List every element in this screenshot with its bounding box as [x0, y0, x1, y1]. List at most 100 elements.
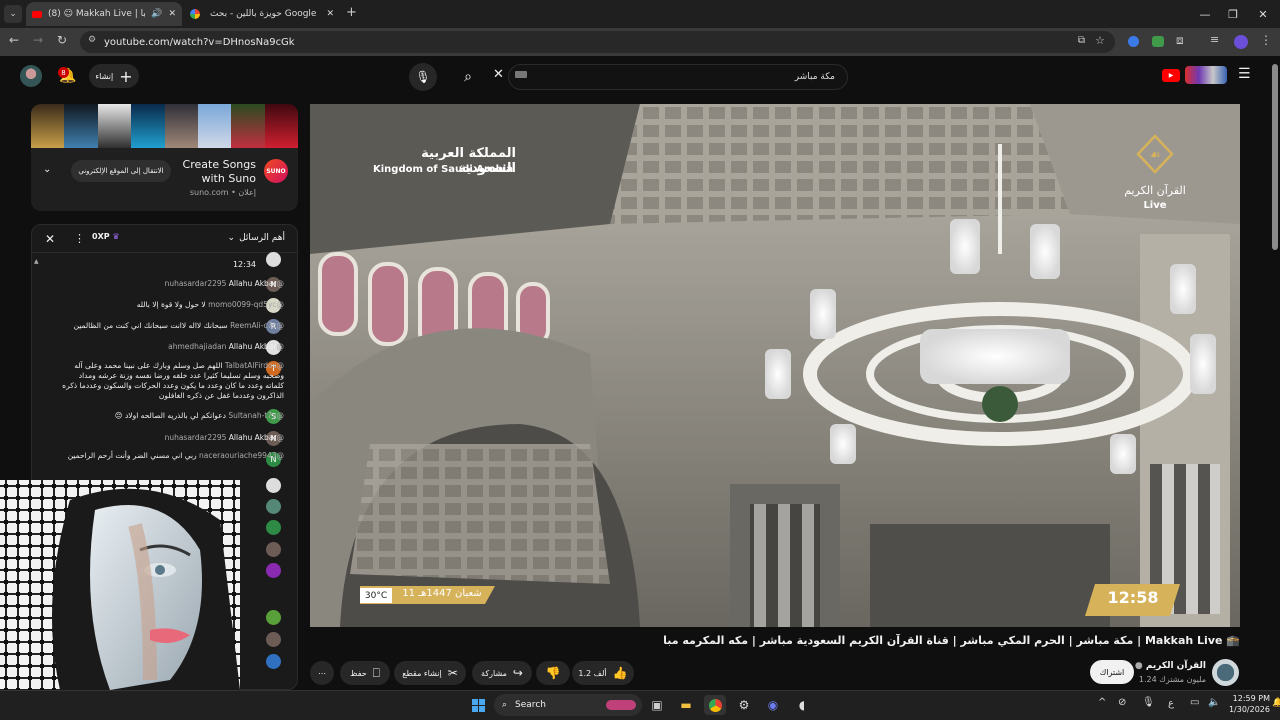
temperature-label: 30°C [360, 588, 392, 603]
input-language-label[interactable]: ع [1168, 698, 1174, 709]
profile-avatar[interactable] [1234, 35, 1248, 49]
share-label: مشاركة [481, 668, 507, 678]
audio-icon[interactable]: 🔊 [151, 9, 162, 19]
mouse-app-icon[interactable]: ◖ [791, 695, 813, 715]
xp-badge[interactable]: 0XP ♛ [92, 232, 120, 241]
save-button[interactable]: حفظ ⎕ [340, 661, 390, 685]
discord-icon[interactable]: ◉ [762, 695, 784, 715]
subscribe-button[interactable]: اشتراك [1090, 660, 1134, 684]
channel-avatar[interactable] [1212, 659, 1239, 686]
tab-title: (8) ☺ Makkah Live | مكة مبا [48, 9, 145, 19]
youtube-doodle-icon[interactable] [1185, 66, 1227, 84]
voice-search-mic-icon[interactable]: 🎙 [409, 63, 437, 91]
extensions-puzzle-icon[interactable]: ⧈ [1176, 33, 1184, 48]
more-actions-button[interactable]: ⋯ [310, 661, 334, 685]
chat-author[interactable]: @momo0099-qd5yc [208, 300, 284, 309]
chat-header: ✕ ⋮ 0XP ♛ ⌄ أهم الرسائل [32, 225, 297, 253]
chat-first-time: 12:34 [232, 260, 256, 269]
taskbar-search-box[interactable]: ⌕ Search [494, 694, 642, 716]
no-network-icon[interactable]: ⊘ [1118, 697, 1126, 708]
reading-list-icon[interactable]: ≡ [1210, 33, 1219, 46]
site-info-icon[interactable]: ⚙ [88, 35, 96, 45]
ad-logo: SUNO [264, 159, 288, 183]
ad-title-line1: Create Songs [182, 158, 256, 171]
avatar [266, 542, 281, 557]
like-button[interactable]: 1.2 ألف 👍 [572, 661, 634, 685]
chat-scroll-up-icon[interactable]: ▲ [34, 258, 39, 265]
scrollbar-thumb[interactable] [1272, 64, 1278, 250]
clear-search-icon[interactable]: ✕ [493, 67, 504, 82]
ad-cta-button[interactable]: الانتقال إلى الموقع الإلكتروني [71, 160, 171, 182]
search-input[interactable]: مكة مباشر [508, 64, 848, 90]
close-window-button[interactable]: ✕ [1246, 0, 1280, 28]
tab-close-icon[interactable]: ✕ [168, 9, 176, 19]
chat-message: @momo0099-qd5yc لا حول ولا قوة إلا بالله [58, 300, 284, 310]
browser-menu-icon[interactable]: ⋮ [1260, 33, 1272, 47]
guide-menu-icon[interactable]: ☰ [1238, 66, 1251, 82]
back-icon[interactable]: ← [4, 33, 24, 47]
notifications-bell-icon[interactable]: 🔔 [54, 62, 82, 90]
xp-label: 0XP [92, 232, 110, 241]
reload-icon[interactable]: ↻ [52, 33, 72, 47]
chat-message: @ahmedhajiadan Allahu Akbar [58, 342, 284, 352]
page-scrollbar[interactable] [1270, 56, 1280, 690]
chat-message: @naceraouriache9943 ربي اني مسني الضر وأ… [58, 451, 284, 461]
chat-text: Allahu Akbar [228, 342, 277, 351]
chat-author[interactable]: @ReemAli-c7c [230, 321, 284, 330]
share-icon: ↪ [512, 666, 523, 680]
volume-icon[interactable]: 🔈 [1208, 697, 1220, 708]
tab-google-search[interactable]: حويزة باللين - بحث Google ✕ [184, 2, 340, 26]
avatar [266, 654, 281, 669]
restore-button[interactable]: ❐ [1216, 0, 1250, 28]
dislike-button[interactable]: 👎 [536, 661, 570, 685]
chat-author[interactable]: @Sultanah-t7y [228, 411, 284, 420]
chat-author[interactable]: @TalbatAlFirdos [225, 361, 284, 370]
create-button[interactable]: إنشاء + [89, 64, 139, 88]
keyboard-icon[interactable] [515, 71, 527, 78]
display-tray-icon[interactable]: ▭ [1190, 697, 1199, 708]
address-bar[interactable]: ⚙ youtube.com/watch?v=DHnosNa9cGk ⧉ ☆ [80, 31, 1115, 53]
like-count: 1.2 ألف [578, 668, 607, 678]
start-windows-icon[interactable] [467, 695, 489, 715]
video-clock-label: 12:58 [1107, 588, 1159, 607]
chrome-taskbar-icon[interactable] [704, 695, 726, 715]
microphone-tray-icon[interactable]: 🎙 [1142, 697, 1155, 708]
close-chat-icon[interactable]: ✕ [45, 232, 55, 246]
install-app-icon[interactable]: ⧉ [1078, 35, 1085, 46]
clock-date: 1/30/2026 [1228, 705, 1270, 714]
task-view-icon[interactable]: ▣ [646, 695, 668, 715]
bookmark-star-icon[interactable]: ☆ [1095, 34, 1105, 47]
ad-title: Create Songs with Suno [171, 158, 256, 186]
new-tab-button[interactable]: + [346, 5, 357, 20]
chat-mode-dropdown[interactable]: ⌄ أهم الرسائل [228, 233, 285, 243]
ad-expand-chevron-icon[interactable]: ⌄ [43, 164, 51, 175]
tray-chevron-icon[interactable]: ^ [1098, 697, 1106, 708]
app-icon[interactable]: ⚙ [733, 695, 755, 715]
tab-makkah-live[interactable]: (8) ☺ Makkah Live | مكة مبا 🔊 ✕ [26, 2, 182, 26]
tab-list-button[interactable]: ⌄ [4, 5, 22, 23]
clip-button[interactable]: إنشاء مقطع ✂ [394, 661, 466, 685]
search-icon: ⌕ [502, 700, 508, 710]
share-button[interactable]: مشاركة ↪ [472, 661, 532, 685]
taskbar-clock[interactable]: 12:59 PM 1/30/2026 [1220, 693, 1270, 715]
avatar [266, 610, 281, 625]
chat-author[interactable]: @naceraouriache9943 [199, 451, 284, 460]
webcam-person-image [0, 480, 240, 690]
video-player[interactable]: ☙ المملكة العربية السعودية Kingdom of Sa… [310, 104, 1240, 627]
extension-icon[interactable] [1128, 36, 1139, 47]
save-label: حفظ [350, 668, 367, 678]
create-label: إنشاء [95, 71, 114, 81]
tab-close-icon[interactable]: ✕ [326, 9, 334, 19]
ad-card[interactable]: SUNO Create Songs with Suno suno.com • إ… [31, 104, 298, 211]
notification-center-icon[interactable]: 🔔 [1272, 698, 1280, 708]
file-explorer-icon[interactable]: ▬ [675, 695, 697, 715]
extension-badge-icon[interactable] [1152, 36, 1164, 47]
svg-text:☙: ☙ [1149, 148, 1161, 163]
account-avatar[interactable] [20, 65, 42, 87]
youtube-logo[interactable]: ▶ [1162, 69, 1180, 82]
search-button-icon[interactable]: ⌕ [454, 63, 482, 91]
url-text: youtube.com/watch?v=DHnosNa9cGk [104, 36, 295, 48]
forward-icon[interactable]: → [28, 33, 48, 47]
tab-title: حويزة باللين - بحث Google [209, 9, 317, 19]
chat-more-icon[interactable]: ⋮ [74, 232, 85, 245]
